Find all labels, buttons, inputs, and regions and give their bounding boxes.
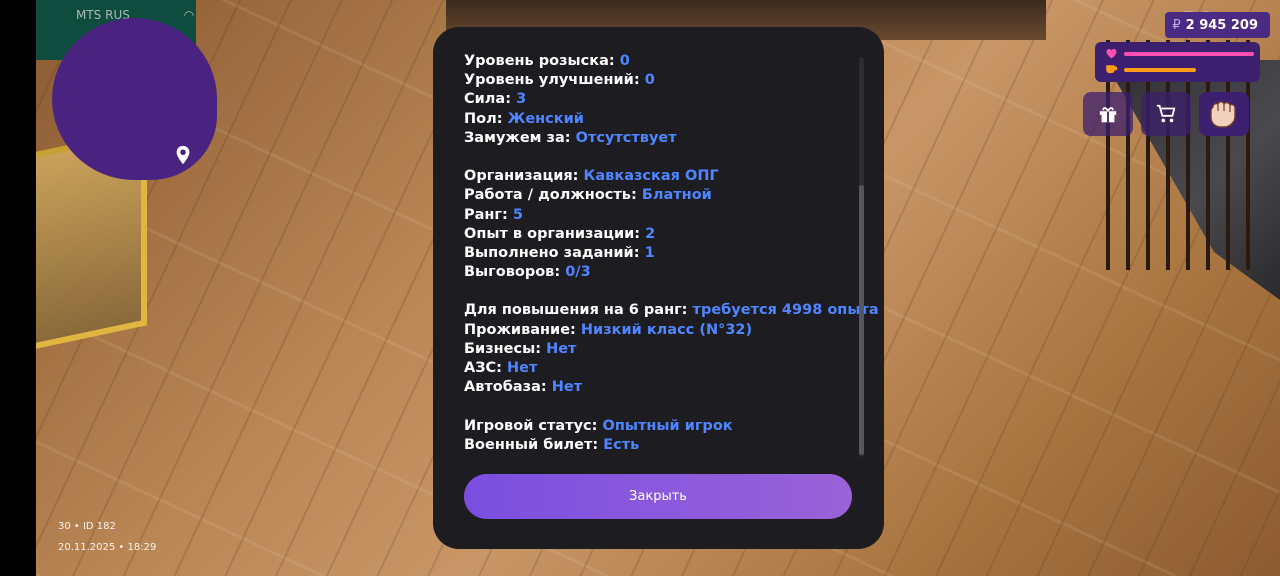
stat-value: Кавказская ОПГ	[583, 168, 719, 185]
hunger-bar	[1124, 67, 1196, 72]
stat-row: Ранг: 5	[464, 206, 854, 225]
player-info: 30 • ID 182	[58, 521, 116, 532]
stat-label: Военный билет:	[464, 436, 599, 453]
health-bar	[1124, 51, 1254, 56]
stat-value: 3	[516, 91, 527, 108]
money-display: ₽ 2 945 209	[1165, 12, 1270, 38]
stat-row: Выполнено заданий: 1	[464, 244, 854, 263]
stat-row: АЗС: Нет	[464, 359, 854, 378]
stats-panel	[1095, 42, 1260, 82]
fist-icon	[1210, 101, 1236, 128]
stat-row: Игровой статус: Опытный игрок	[464, 417, 854, 436]
health-row	[1105, 48, 1254, 59]
stat-label: Ранг:	[464, 206, 508, 223]
stats-dialog: Уровень розыска: 0 Уровень улучшений: 0 …	[433, 27, 884, 549]
screen-edge	[0, 0, 36, 576]
stat-label: Пол:	[464, 110, 503, 127]
stat-row: Бизнесы: Нет	[464, 340, 854, 359]
stat-row: Замужем за: Отсутствует	[464, 129, 854, 148]
stat-label: Уровень улучшений:	[464, 72, 640, 89]
stat-row: Организация: Кавказская ОПГ	[464, 167, 854, 186]
stat-label: Для повышения на 6 ранг:	[464, 302, 688, 319]
stat-row: Проживание: Низкий класс (N°32)	[464, 321, 854, 340]
stat-label: Автобаза:	[464, 379, 547, 396]
stat-label: Уровень розыска:	[464, 53, 615, 69]
stat-row: Сила: 3	[464, 90, 854, 109]
stat-label: Опыт в организации:	[464, 225, 641, 242]
stats-list[interactable]: Уровень розыска: 0 Уровень улучшений: 0 …	[464, 52, 879, 455]
hunger-row	[1105, 64, 1196, 75]
stat-row: Работа / должность: Блатной	[464, 186, 854, 205]
stat-label: Проживание:	[464, 321, 576, 338]
stat-row: Выговоров: 0/3	[464, 263, 854, 282]
money-amount: 2 945 209	[1185, 17, 1258, 33]
stat-value: 5	[512, 206, 523, 223]
stat-value: 2	[645, 225, 656, 242]
stat-row: Опыт в организации: 2	[464, 225, 854, 244]
fist-button[interactable]	[1199, 92, 1249, 136]
stat-value: Низкий класс (N°32)	[580, 321, 753, 338]
stat-label: Игровой статус:	[464, 417, 598, 434]
stat-value: Нет	[507, 360, 538, 376]
stat-label: Работа / должность:	[464, 187, 637, 204]
gift-button[interactable]	[1083, 92, 1133, 136]
currency-icon: ₽	[1172, 17, 1181, 33]
stat-row: Уровень улучшений: 0	[464, 71, 854, 90]
stat-row: Для повышения на 6 ранг: требуется 4998 …	[464, 301, 879, 320]
stat-value: Блатной	[641, 187, 712, 204]
location-pin-icon	[176, 145, 190, 165]
stat-label: Бизнесы:	[464, 340, 541, 357]
stat-value: Опытный игрок	[602, 417, 733, 434]
heart-icon	[1106, 49, 1117, 59]
stat-label: Выговоров:	[464, 264, 561, 281]
stat-row: Уровень розыска: 0	[464, 52, 854, 71]
close-button[interactable]: Закрыть	[464, 474, 852, 519]
stat-label: Организация:	[464, 168, 579, 185]
wifi-icon: ◠	[183, 8, 195, 22]
stat-label: Выполнено заданий:	[464, 244, 640, 261]
stat-row: Пол: Женский	[464, 110, 854, 129]
stat-value: Женский	[507, 110, 584, 127]
stat-value: Нет	[551, 379, 583, 396]
stat-label: Сила:	[464, 91, 512, 108]
stat-value: Отсутствует	[575, 129, 677, 146]
gift-icon	[1099, 107, 1117, 123]
stat-value: 0	[619, 53, 630, 69]
stat-label: АЗС:	[464, 360, 502, 376]
datetime-label: 20.11.2025 • 18:29	[58, 542, 157, 553]
scrollbar-thumb[interactable]	[859, 185, 864, 455]
stat-value: 0/3	[565, 264, 591, 281]
stat-value: Нет	[546, 340, 577, 357]
stat-row: Военный билет: Есть	[464, 436, 854, 455]
shop-button[interactable]	[1141, 92, 1191, 136]
stat-row: Автобаза: Нет	[464, 378, 854, 397]
stat-value: 1	[644, 244, 655, 261]
cart-icon	[1156, 104, 1176, 123]
cup-icon	[1106, 65, 1118, 74]
stat-value: Есть	[603, 436, 640, 453]
stat-label: Замужем за:	[464, 129, 571, 146]
stat-value: требуется 4998 опыта	[692, 302, 879, 319]
stat-value: 0	[644, 72, 655, 89]
